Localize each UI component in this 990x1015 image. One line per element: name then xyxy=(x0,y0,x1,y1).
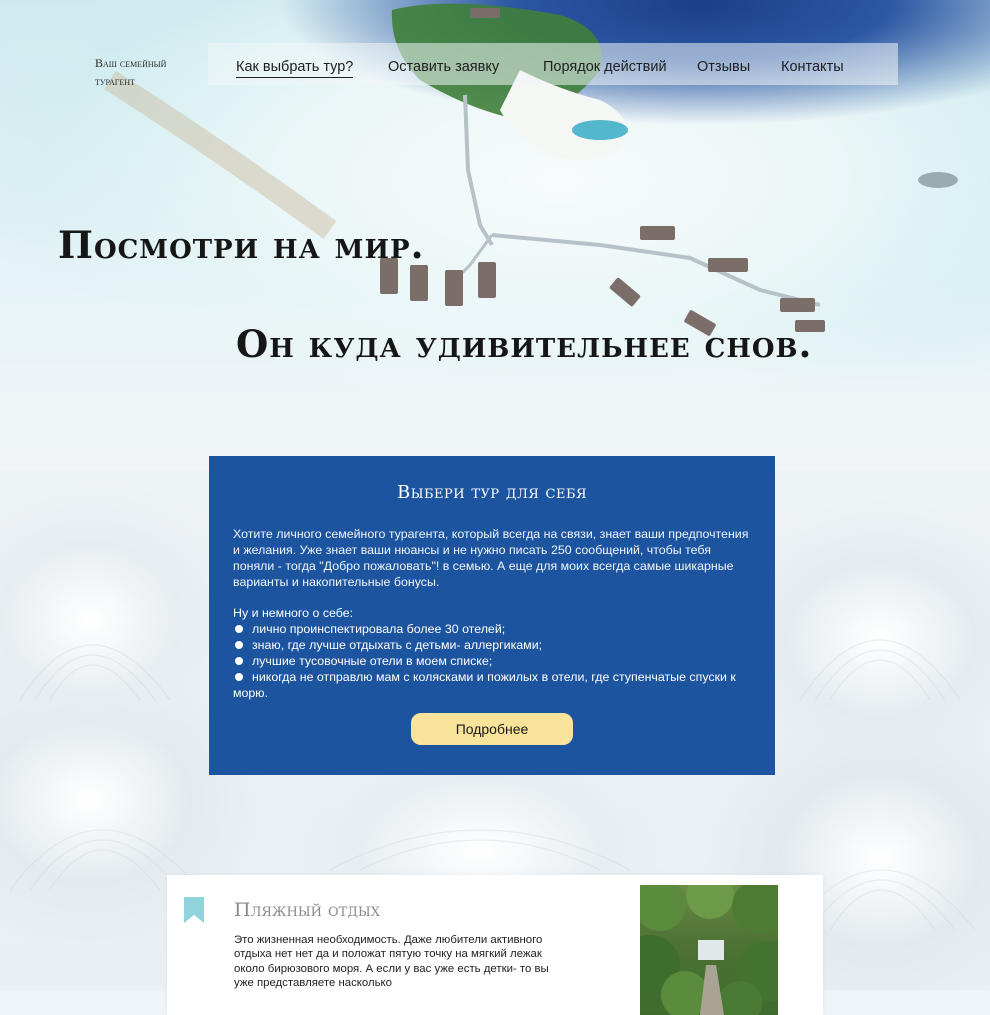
bullet-icon xyxy=(235,673,243,681)
nav-item-how-to-choose[interactable]: Как выбрать тур? xyxy=(236,58,354,78)
nav-item-contacts[interactable]: Контакты xyxy=(781,58,844,76)
card-title: Выбери тур для себя xyxy=(396,482,588,503)
hero-title-line-2: Он куда удивительнее снов. xyxy=(236,322,813,366)
list-item-text: никогда не отправлю мам с колясками и по… xyxy=(233,670,736,700)
card-about-heading: Ну и немного о себе: xyxy=(233,606,354,620)
beach-description: Это жизненная необходимость. Даже любите… xyxy=(234,934,549,989)
more-button[interactable]: Подробнее xyxy=(411,713,573,745)
list-item-text: лично проинспектировала более 30 отелей; xyxy=(252,622,506,636)
nav-item-reviews[interactable]: Отзывы xyxy=(697,58,750,76)
nav-item-procedure[interactable]: Порядок действий xyxy=(543,58,667,76)
list-item: лучшие тусовочные отели в моем списке; xyxy=(233,653,753,669)
bookmark-icon xyxy=(184,897,204,923)
list-item: лично проинспектировала более 30 отелей; xyxy=(233,621,753,637)
bullet-icon xyxy=(235,625,243,633)
card-about-list: лично проинспектировала более 30 отелей;… xyxy=(233,621,753,701)
list-item: знаю, где лучше отдыхать с детьми- аллер… xyxy=(233,637,753,653)
hero-title-line-1: Посмотри на мир. xyxy=(58,223,425,267)
nav-item-leave-request[interactable]: Оставить заявку xyxy=(388,58,499,76)
choose-tour-card: Выбери тур для себя Хотите личного семей… xyxy=(209,456,775,775)
bullet-icon xyxy=(235,657,243,665)
beach-photo xyxy=(640,885,778,1015)
list-item-text: лучшие тусовочные отели в моем списке; xyxy=(252,654,493,668)
list-item: никогда не отправлю мам с колясками и по… xyxy=(233,669,753,701)
card-description: Хотите личного семейного турагента, кото… xyxy=(233,527,749,589)
beach-title: Пляжный отдых xyxy=(234,899,380,921)
garden-path-image xyxy=(640,885,778,1015)
main-nav: Как выбрать тур? Оставить заявку Порядок… xyxy=(0,58,990,78)
bullet-icon xyxy=(235,641,243,649)
beach-holiday-card: Пляжный отдых Это жизненная необходимост… xyxy=(167,875,823,1015)
list-item-text: знаю, где лучше отдыхать с детьми- аллер… xyxy=(252,638,543,652)
